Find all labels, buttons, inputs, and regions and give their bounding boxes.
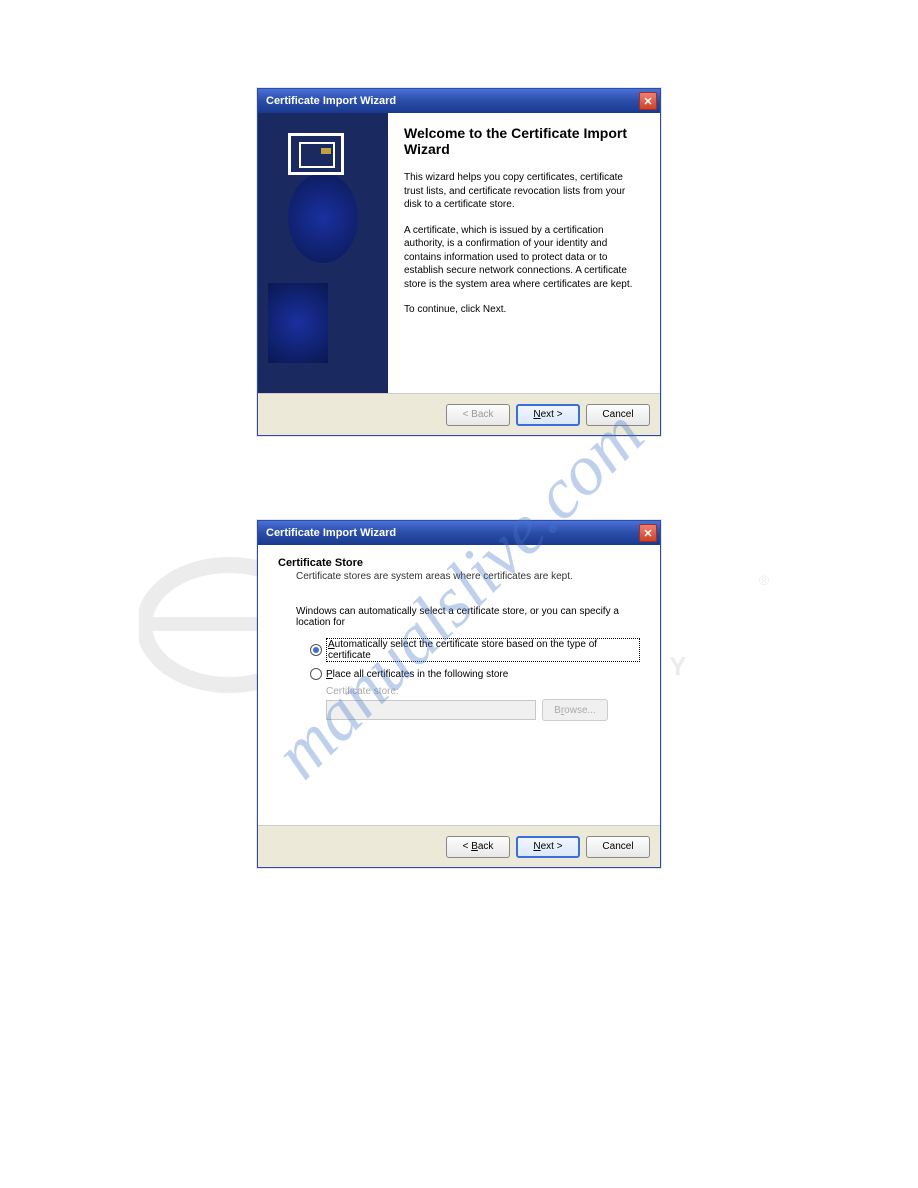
wizard-side-graphic <box>258 113 388 393</box>
radio-icon <box>310 668 322 680</box>
radio-label: Place all certificates in the following … <box>326 669 508 680</box>
certificate-import-wizard-welcome: Certificate Import Wizard ✕ Welcome to t… <box>257 88 661 436</box>
next-button[interactable]: Next > <box>516 836 580 858</box>
cancel-button[interactable]: Cancel <box>586 836 650 858</box>
back-button: < Back <box>446 404 510 426</box>
close-icon: ✕ <box>643 95 652 108</box>
wizard-content: Welcome to the Certificate Import Wizard… <box>388 113 660 393</box>
dialog-title: Certificate Import Wizard <box>266 95 396 107</box>
svg-text:®: ® <box>759 572 770 588</box>
close-button[interactable]: ✕ <box>639 92 657 110</box>
radio-icon <box>310 644 322 656</box>
next-button[interactable]: Next > <box>516 404 580 426</box>
wizard-paragraph: To continue, click Next. <box>404 303 644 317</box>
wizard-paragraph: A certificate, which is issued by a cert… <box>404 224 644 292</box>
certificate-store-input <box>326 700 536 720</box>
radio-place-all[interactable]: Place all certificates in the following … <box>278 668 640 680</box>
cancel-button[interactable]: Cancel <box>586 404 650 426</box>
wizard-paragraph: This wizard helps you copy certificates,… <box>404 171 644 212</box>
back-button[interactable]: < Back <box>446 836 510 858</box>
browse-button: Browse... <box>542 699 608 721</box>
titlebar: Certificate Import Wizard ✕ <box>258 521 660 545</box>
section-heading: Certificate Store <box>278 557 640 569</box>
certificate-icon <box>288 133 344 175</box>
titlebar: Certificate Import Wizard ✕ <box>258 89 660 113</box>
prompt-text: Windows can automatically select a certi… <box>278 606 640 628</box>
radio-label: Automatically select the certificate sto… <box>326 638 640 662</box>
section-subheading: Certificate stores are system areas wher… <box>278 571 640 582</box>
store-input-row: Browse... <box>278 699 640 721</box>
dialog-body: Certificate Store Certificate stores are… <box>258 545 660 825</box>
dialog-body: Welcome to the Certificate Import Wizard… <box>258 113 660 393</box>
certificate-import-wizard-store: Certificate Import Wizard ✕ Certificate … <box>257 520 661 868</box>
button-row: < Back Next > Cancel <box>258 825 660 867</box>
store-label: Certificate store: <box>278 686 640 697</box>
radio-auto-select[interactable]: Automatically select the certificate sto… <box>278 638 640 662</box>
button-row: < Back Next > Cancel <box>258 393 660 435</box>
wizard-heading: Welcome to the Certificate Import Wizard <box>404 125 644 157</box>
close-icon: ✕ <box>643 527 652 540</box>
close-button[interactable]: ✕ <box>639 524 657 542</box>
dialog-title: Certificate Import Wizard <box>266 527 396 539</box>
